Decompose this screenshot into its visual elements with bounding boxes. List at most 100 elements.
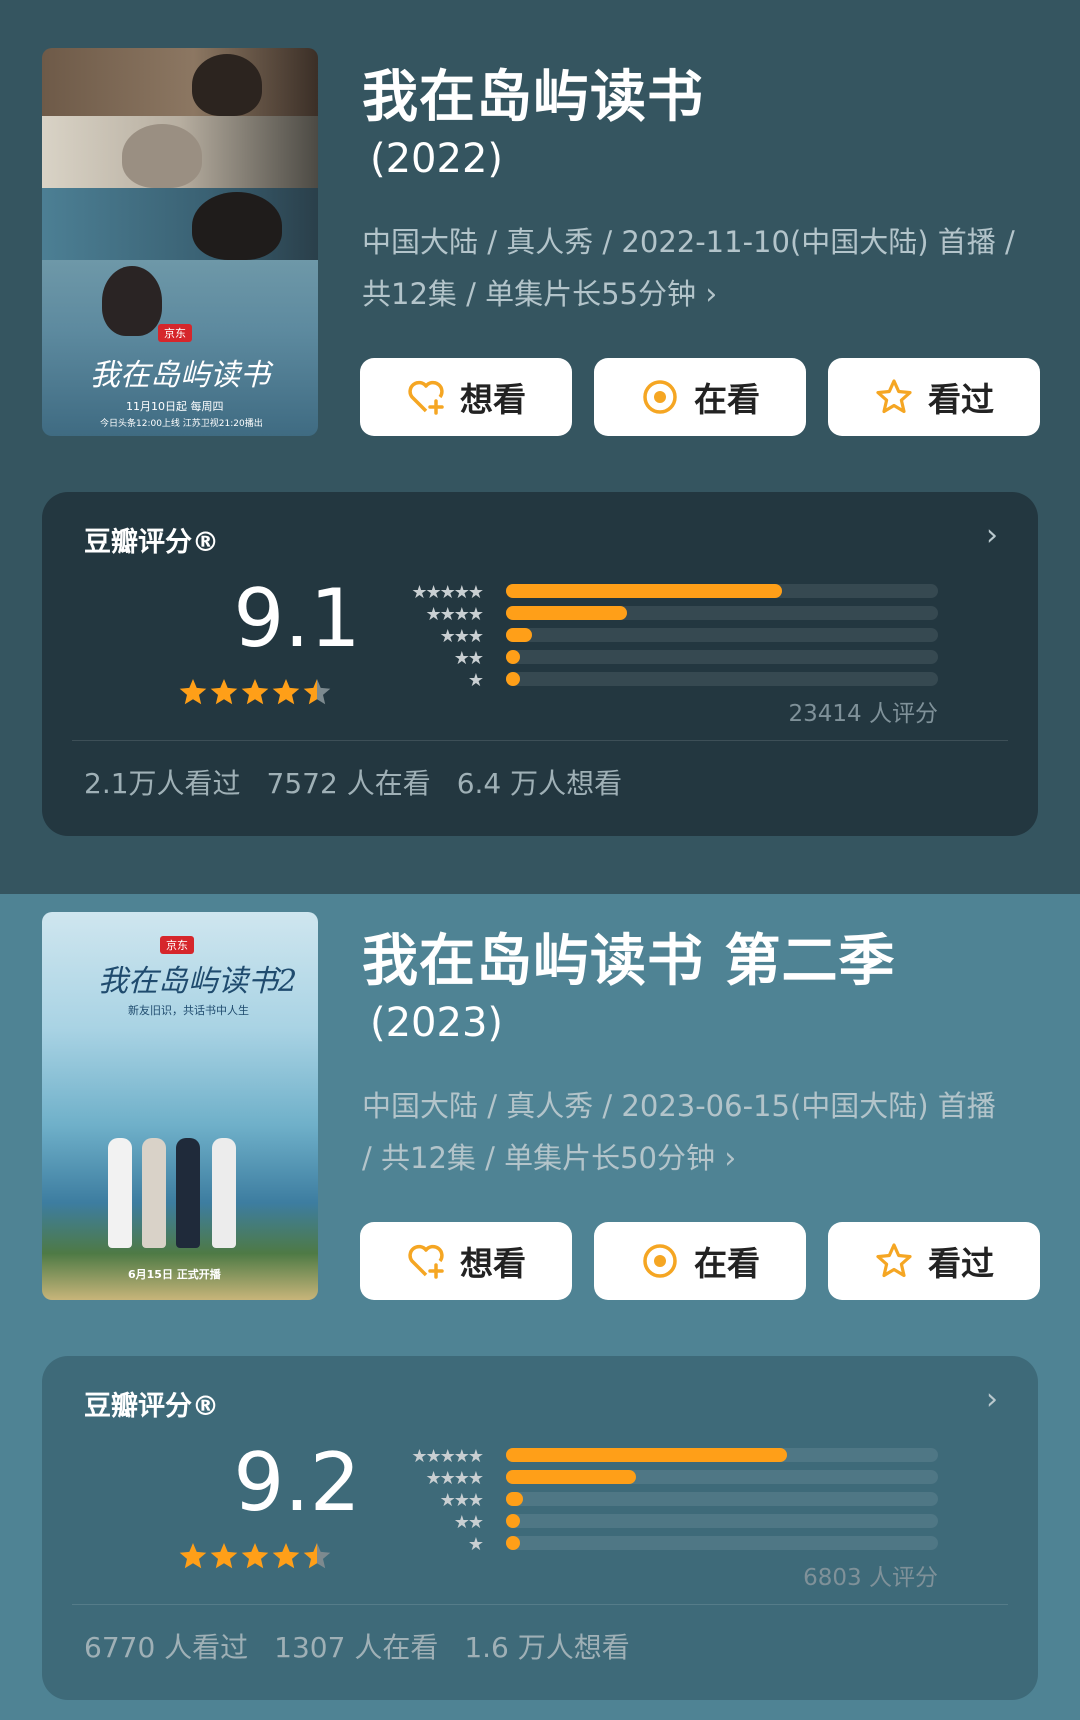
chevron-right-icon: ›: [705, 277, 718, 312]
poster-title: 我在岛屿读书: [90, 358, 270, 393]
want-to-watch-button[interactable]: 想看: [360, 1222, 572, 1300]
bar-fill: [506, 1536, 520, 1550]
show-title: 我在岛屿读书: [362, 65, 704, 130]
star-icon: [179, 1543, 207, 1569]
star-icon: [179, 679, 207, 705]
audience-stats: 2.1万人看过 7572 人在看 6.4 万人想看: [84, 762, 648, 802]
watched-label: 看过: [928, 1244, 994, 1283]
poster-image[interactable]: 京东 我在岛屿读书2 新友旧识，共话书中人生 6月15日 正式开播: [42, 912, 318, 1300]
mini-stars-icon: ★★★: [439, 1490, 484, 1511]
watched-button[interactable]: 看过: [828, 358, 1040, 436]
chevron-right-icon[interactable]: ›: [986, 1382, 998, 1417]
rating-row: ★★★★★: [352, 1444, 952, 1467]
star-outline-icon: [876, 1243, 912, 1278]
bar-track: [506, 584, 938, 598]
rating-stars: [179, 679, 331, 705]
watching-count: 1307 人在看: [274, 1631, 439, 1664]
want-to-watch-label: 想看: [460, 1244, 526, 1283]
bar-fill: [506, 1514, 520, 1528]
bar-track: [506, 1492, 938, 1506]
bar-fill: [506, 672, 520, 686]
divider: [72, 1604, 1008, 1605]
mini-stars-icon: ★★★★★: [411, 582, 484, 603]
want-to-watch-button[interactable]: 想看: [360, 358, 572, 436]
show-meta[interactable]: 中国大陆 / 真人秀 / 2023-06-15(中国大陆) 首播 / 共12集 …: [362, 1080, 1002, 1185]
want-to-watch-label: 想看: [460, 380, 526, 419]
rating-row: ★★★: [352, 624, 952, 647]
bar-track: [506, 1470, 938, 1484]
mini-stars-icon: ★: [467, 670, 484, 691]
poster-caption: 今日头条12:00上线 江苏卫视21:20播出: [100, 419, 263, 429]
audience-stats: 6770 人看过 1307 人在看 1.6 万人想看: [84, 1626, 656, 1666]
show-section-1: 京东 我在岛屿读书 11月10日起 每周四 今日头条12:00上线 江苏卫视21…: [0, 0, 1080, 894]
star-icon: [272, 679, 300, 705]
rating-row: ★★★★: [352, 602, 952, 625]
rating-stars: [179, 1543, 331, 1569]
star-icon: [210, 679, 238, 705]
rating-label: 豆瓣评分®: [84, 527, 219, 558]
bar-track: [506, 628, 938, 642]
rating-row: ★★★: [352, 1488, 952, 1511]
bar-fill: [506, 1448, 787, 1462]
show-year: (2023): [370, 1000, 504, 1046]
target-circle-icon: [643, 1244, 677, 1278]
bar-fill: [506, 606, 627, 620]
rating-row: ★★★★★: [352, 580, 952, 603]
poster-badge: 京东: [158, 324, 192, 342]
want-count: 6.4 万人想看: [456, 767, 623, 800]
bar-track: [506, 650, 938, 664]
show-year: (2022): [370, 136, 504, 182]
watched-label: 看过: [928, 380, 994, 419]
star-icon: [303, 1543, 331, 1569]
star-icon: [210, 1543, 238, 1569]
poster-title: 我在岛屿读书2: [98, 964, 298, 999]
want-count: 1.6 万人想看: [464, 1631, 630, 1664]
show-meta-text: 中国大陆 / 真人秀 / 2022-11-10(中国大陆) 首播 / 共12集 …: [362, 225, 1015, 311]
heart-plus-icon: [408, 380, 444, 415]
star-icon: [241, 679, 269, 705]
rating-label: 豆瓣评分®: [84, 1391, 219, 1422]
bar-track: [506, 672, 938, 686]
rating-row: ★: [352, 668, 952, 691]
watching-button[interactable]: 在看: [594, 1222, 806, 1300]
poster-subtitle: 11月10日起 每周四: [126, 400, 224, 413]
mini-stars-icon: ★★★: [439, 626, 484, 647]
bar-track: [506, 1514, 938, 1528]
bar-track: [506, 606, 938, 620]
douban-rating-card[interactable]: 豆瓣评分® › 9.1 ★★★★★ ★★★★ ★★★ ★★ ★ 23414 人评分 2.…: [42, 492, 1038, 836]
poster-image[interactable]: 京东 我在岛屿读书 11月10日起 每周四 今日头条12:00上线 江苏卫视21…: [42, 48, 318, 436]
mini-stars-icon: ★★★★: [425, 604, 484, 625]
show-meta[interactable]: 中国大陆 / 真人秀 / 2022-11-10(中国大陆) 首播 / 共12集 …: [362, 216, 1042, 321]
watching-label: 在看: [694, 380, 760, 419]
show-meta-text: 中国大陆 / 真人秀 / 2023-06-15(中国大陆) 首播 / 共12集 …: [362, 1089, 996, 1175]
star-icon: [272, 1543, 300, 1569]
bar-fill: [506, 1492, 524, 1506]
bar-fill: [506, 1470, 636, 1484]
show-title: 我在岛屿读书 第二季: [362, 929, 896, 994]
divider: [72, 740, 1008, 741]
rating-count: 23414 人评分: [788, 701, 938, 727]
heart-plus-icon: [408, 1244, 444, 1279]
chevron-right-icon: ›: [724, 1141, 737, 1176]
poster-badge: 京东: [160, 936, 194, 954]
douban-rating-card[interactable]: 豆瓣评分® › 9.2 ★★★★★ ★★★★ ★★★ ★★ ★ 6803 人评分 677…: [42, 1356, 1038, 1700]
bar-fill: [506, 584, 783, 598]
chevron-right-icon[interactable]: ›: [986, 518, 998, 553]
watching-label: 在看: [694, 1244, 760, 1283]
star-icon: [303, 679, 331, 705]
watching-button[interactable]: 在看: [594, 358, 806, 436]
poster-subtitle: 新友旧识，共话书中人生: [128, 1004, 249, 1017]
bar-track: [506, 1448, 938, 1462]
bar-track: [506, 1536, 938, 1550]
rating-count: 6803 人评分: [803, 1565, 938, 1591]
mini-stars-icon: ★★★★★: [411, 1446, 484, 1467]
star-icon: [241, 1543, 269, 1569]
watched-button[interactable]: 看过: [828, 1222, 1040, 1300]
star-outline-icon: [876, 379, 912, 414]
rating-row: ★★: [352, 646, 952, 669]
bar-fill: [506, 650, 520, 664]
mini-stars-icon: ★★★★: [425, 1468, 484, 1489]
bar-fill: [506, 628, 532, 642]
rating-row: ★★★★: [352, 1466, 952, 1489]
rating-row: ★: [352, 1532, 952, 1555]
